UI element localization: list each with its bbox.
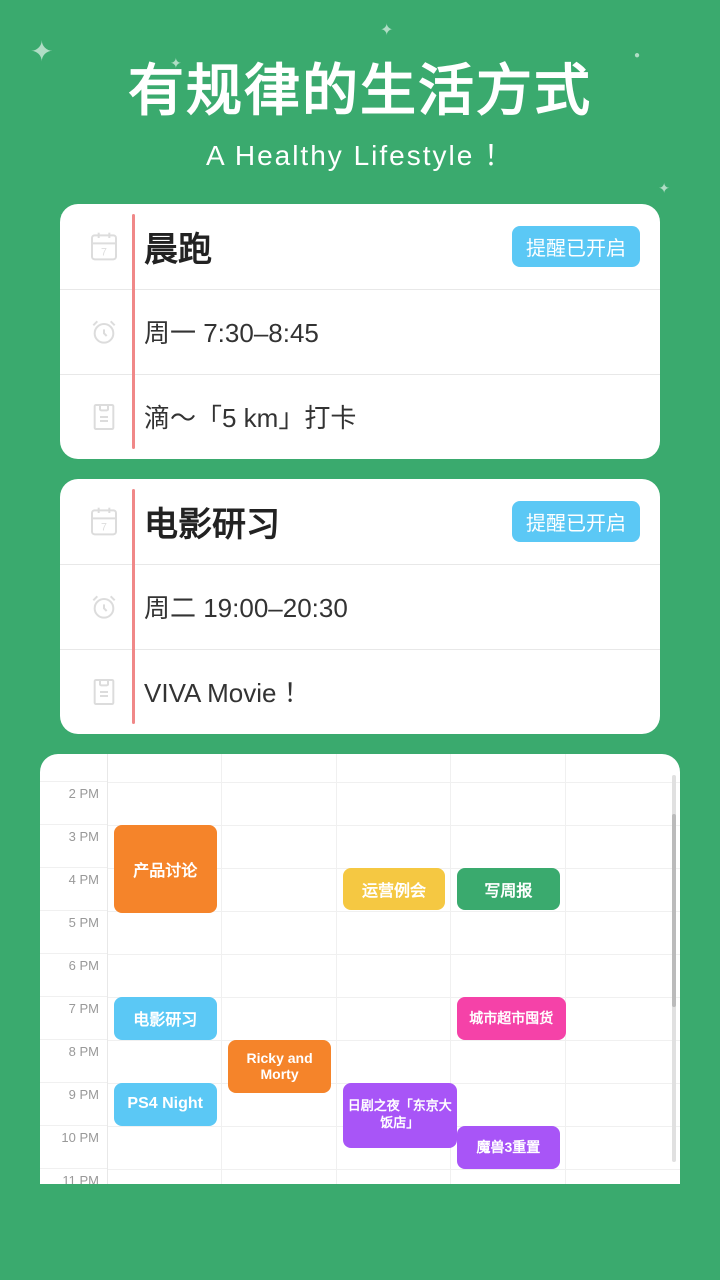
movie-study-card: 7 电影研习 提醒已开启 周二 19:00–20:30 bbox=[60, 479, 660, 734]
event-movie-study[interactable]: 电影研习 bbox=[114, 997, 217, 1040]
event-write-report[interactable]: 写周报 bbox=[457, 868, 560, 910]
card1-badge[interactable]: 提醒已开启 bbox=[512, 226, 640, 267]
scrollbar-thumb[interactable] bbox=[672, 814, 676, 1008]
card1-title: 晨跑 bbox=[144, 231, 212, 269]
card2-time-row: 周二 19:00–20:30 bbox=[60, 565, 660, 650]
time-4pm: 4 PM bbox=[40, 868, 107, 911]
svg-text:7: 7 bbox=[101, 521, 107, 533]
time-3pm: 3 PM bbox=[40, 825, 107, 868]
event-operations-meeting[interactable]: 运营例会 bbox=[343, 868, 446, 910]
time-10pm: 10 PM bbox=[40, 1126, 107, 1169]
card2-accent-line bbox=[132, 489, 135, 724]
card1-note: 滴～「5 km」打卡 bbox=[128, 398, 640, 435]
alarm-icon bbox=[80, 308, 128, 356]
card2-time: 周二 19:00–20:30 bbox=[128, 588, 640, 625]
header-section: 有规律的生活方式 A Healthy Lifestyle ！ bbox=[0, 0, 720, 204]
card2-title: 电影研习 bbox=[144, 506, 280, 544]
time-5pm: 5 PM bbox=[40, 911, 107, 954]
clipboard-icon-2 bbox=[80, 668, 128, 716]
alarm-icon-2 bbox=[80, 583, 128, 631]
card-accent-line bbox=[132, 214, 135, 449]
svg-text:7: 7 bbox=[101, 246, 107, 258]
card2-note: VIVA Movie ！ bbox=[128, 673, 640, 710]
time-7pm: 7 PM bbox=[40, 997, 107, 1040]
clipboard-icon bbox=[80, 393, 128, 441]
calendar-section: 2 PM 3 PM 4 PM 5 PM 6 PM 7 PM 8 PM 9 PM … bbox=[40, 754, 680, 1184]
card2-badge[interactable]: 提醒已开启 bbox=[512, 501, 640, 542]
event-supermarket[interactable]: 城市超市囤货 bbox=[457, 997, 566, 1040]
calendar-icon-2: 7 bbox=[80, 497, 128, 545]
hline-9 bbox=[108, 1169, 680, 1170]
time-2pm: 2 PM bbox=[40, 782, 107, 825]
hline-4 bbox=[108, 954, 680, 955]
card1-note-row: 滴～「5 km」打卡 bbox=[60, 375, 660, 459]
card-title-row: 7 晨跑 提醒已开启 bbox=[60, 204, 660, 290]
hline-6 bbox=[108, 1040, 680, 1041]
event-japanese-drama[interactable]: 日剧之夜「东京大饭店」 bbox=[343, 1083, 457, 1148]
main-subtitle: A Healthy Lifestyle ！ bbox=[40, 134, 680, 174]
event-ricky-morty[interactable]: Ricky and Morty bbox=[228, 1040, 331, 1093]
col-divider-3 bbox=[451, 754, 565, 1184]
col-divider-4 bbox=[566, 754, 680, 1184]
event-ps4-night[interactable]: PS4 Night bbox=[114, 1083, 217, 1126]
scrollbar-track bbox=[672, 775, 676, 1162]
time-6pm: 6 PM bbox=[40, 954, 107, 997]
card1-time-row: 周一 7:30–8:45 bbox=[60, 290, 660, 375]
time-column: 2 PM 3 PM 4 PM 5 PM 6 PM 7 PM 8 PM 9 PM … bbox=[40, 754, 108, 1184]
card-movie-study: 7 电影研习 提醒已开启 周二 19:00–20:30 bbox=[60, 479, 660, 734]
main-title: 有规律的生活方式 bbox=[40, 60, 680, 122]
card2-title-row: 7 电影研习 提醒已开启 bbox=[60, 479, 660, 565]
calendar-grid: 2 PM 3 PM 4 PM 5 PM 6 PM 7 PM 8 PM 9 PM … bbox=[40, 754, 680, 1184]
events-area: 产品讨论 运营例会 写周报 电影研习 城市超市囤货 Ricky and Mort… bbox=[108, 754, 680, 1184]
morning-run-card: 7 晨跑 提醒已开启 周一 7:30–8:45 bbox=[60, 204, 660, 459]
event-warcraft[interactable]: 魔兽3重置 bbox=[457, 1126, 560, 1169]
col-divider-1 bbox=[222, 754, 336, 1184]
time-8pm: 8 PM bbox=[40, 1040, 107, 1083]
time-9pm: 9 PM bbox=[40, 1083, 107, 1126]
hline-0 bbox=[108, 782, 680, 783]
card-morning-run: 7 晨跑 提醒已开启 周一 7:30–8:45 bbox=[60, 204, 660, 459]
calendar-icon: 7 bbox=[80, 222, 128, 270]
event-product-meeting[interactable]: 产品讨论 bbox=[114, 825, 217, 913]
card1-time: 周一 7:30–8:45 bbox=[128, 313, 640, 350]
time-header bbox=[40, 754, 107, 782]
card2-note-row: VIVA Movie ！ bbox=[60, 650, 660, 734]
time-11pm: 11 PM bbox=[40, 1169, 107, 1184]
